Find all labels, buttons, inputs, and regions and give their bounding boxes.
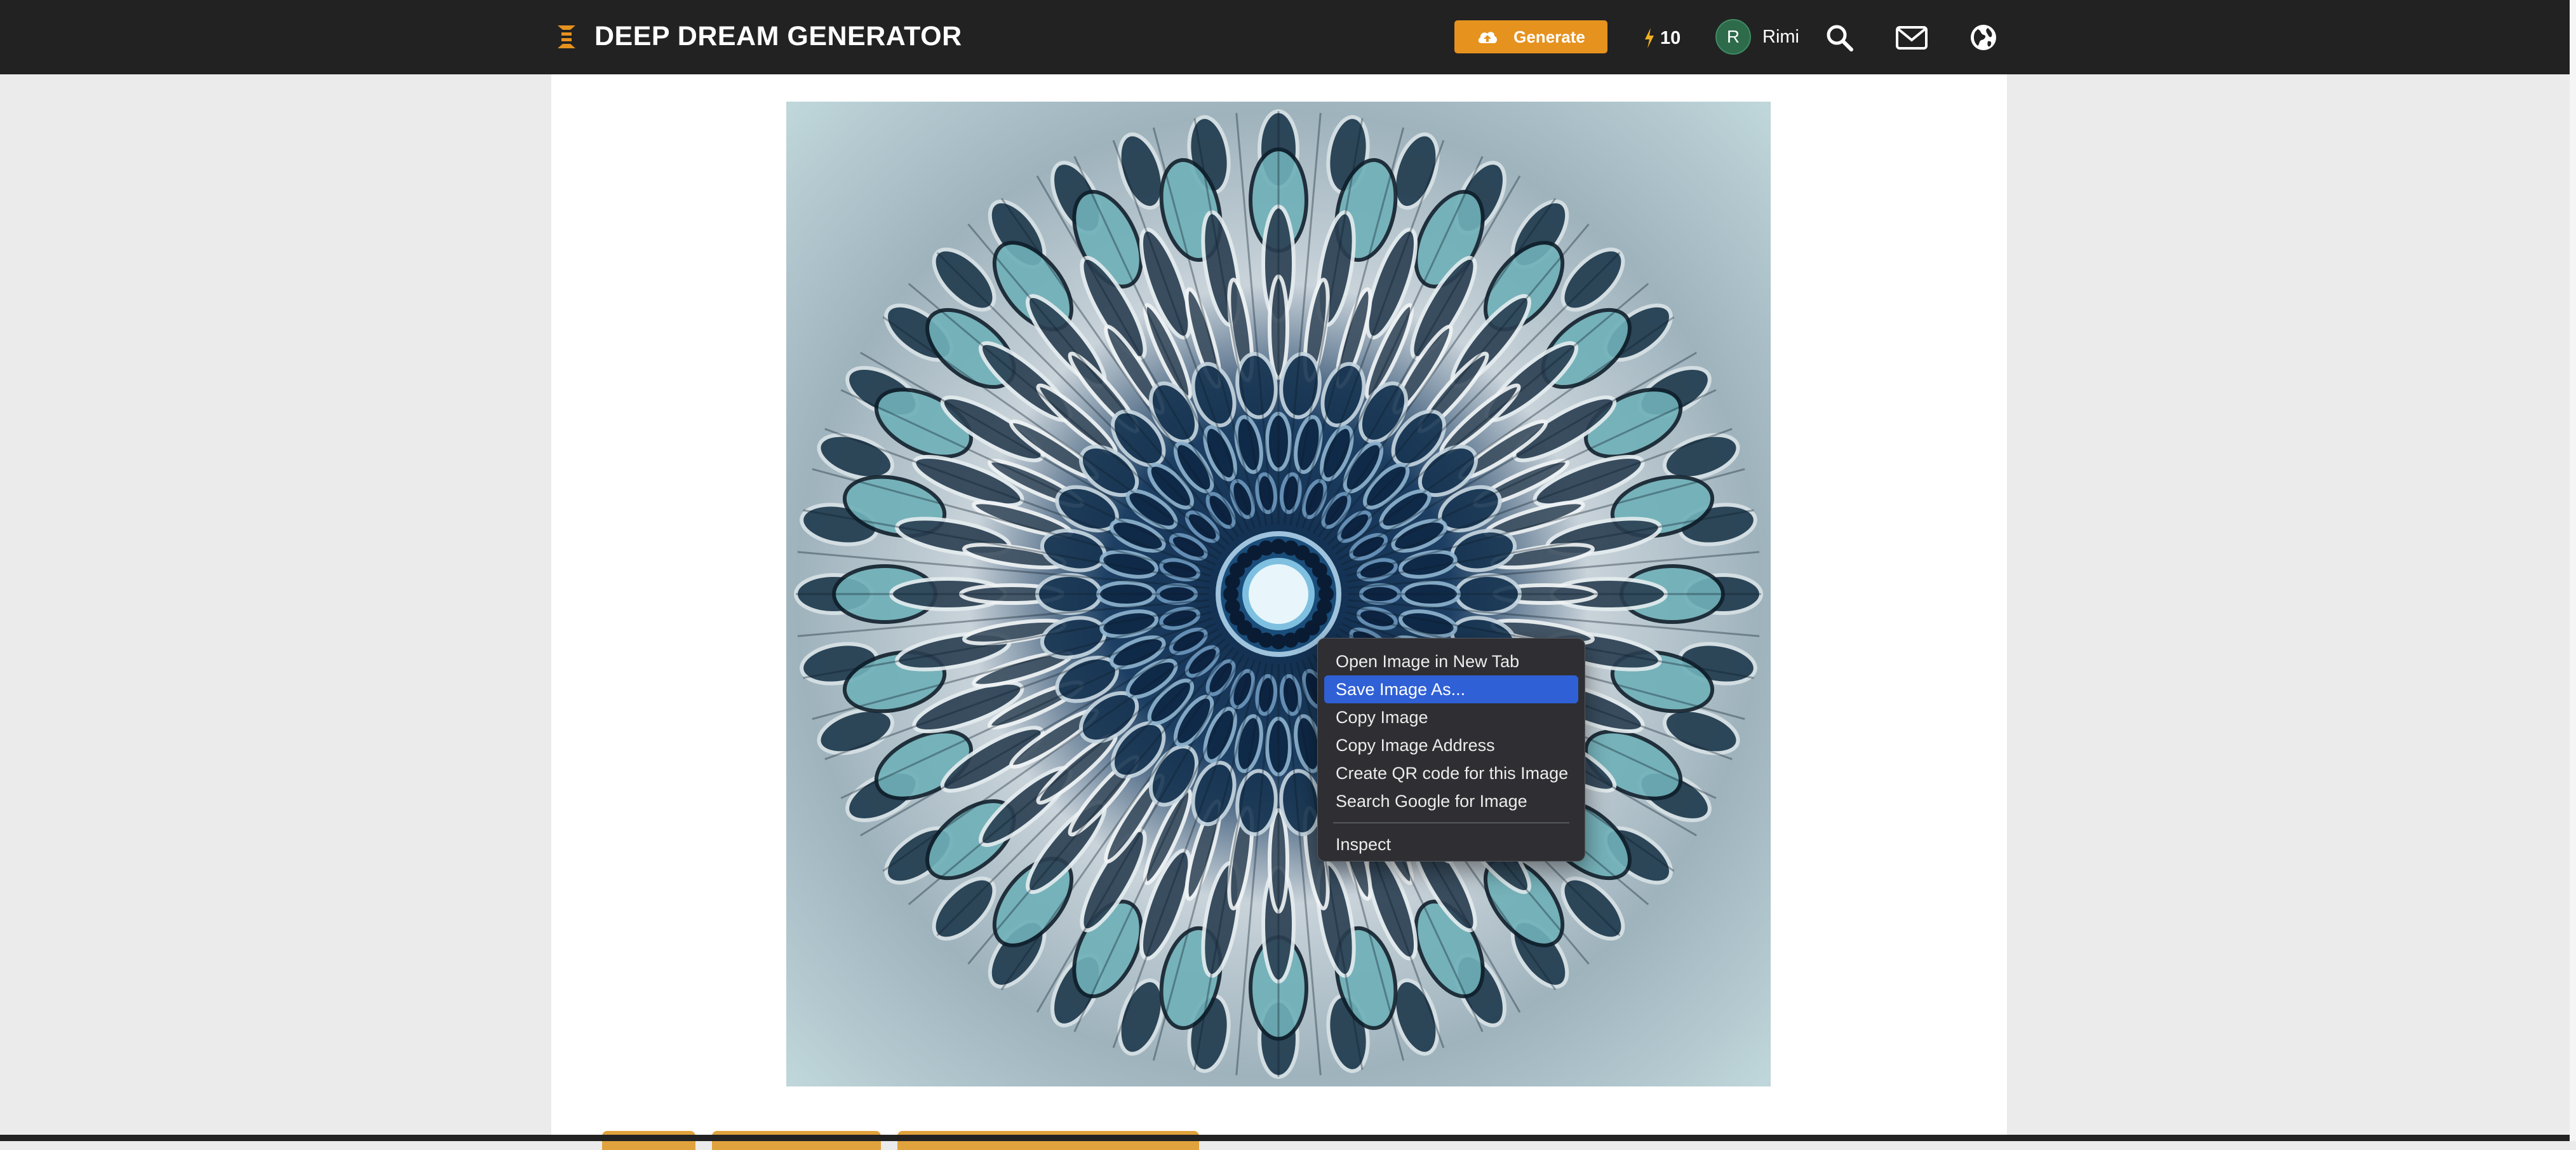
menu-separator <box>1333 822 1569 823</box>
bottom-bar <box>0 1135 2576 1141</box>
menu-icon[interactable] <box>556 24 577 50</box>
bolt-icon <box>1644 28 1655 48</box>
energy-count: 10 <box>1660 27 1681 48</box>
menu-item-copy-image-address[interactable]: Copy Image Address <box>1324 731 1578 759</box>
site-logo-text[interactable]: DEEP DREAM GENERATOR <box>594 19 962 53</box>
energy-counter[interactable]: 10 <box>1644 24 1680 52</box>
mail-icon[interactable] <box>1895 23 1928 52</box>
avatar[interactable]: R <box>1715 19 1751 55</box>
generated-dream-image[interactable] <box>786 102 1771 1086</box>
menu-item-create-qr-code[interactable]: Create QR code for this Image <box>1324 759 1578 787</box>
search-icon[interactable] <box>1825 23 1854 52</box>
top-navigation-bar: DEEP DREAM GENERATOR Generate 10 R Rimi <box>0 0 2570 74</box>
generate-button[interactable]: Generate <box>1454 20 1607 53</box>
generate-button-label: Generate <box>1513 27 1585 46</box>
globe-icon[interactable] <box>1969 23 1998 52</box>
menu-item-copy-image[interactable]: Copy Image <box>1324 703 1578 731</box>
cloud-upload-icon <box>1477 29 1498 44</box>
page-scrollbar[interactable] <box>2570 0 2576 1141</box>
menu-item-open-image-new-tab[interactable]: Open Image in New Tab <box>1324 647 1578 675</box>
menu-item-save-image-as[interactable]: Save Image As... <box>1324 675 1578 703</box>
username[interactable]: Rimi <box>1762 24 1799 50</box>
menu-item-search-google-image[interactable]: Search Google for Image <box>1324 787 1578 815</box>
menu-item-inspect[interactable]: Inspect <box>1324 830 1578 858</box>
context-menu: Open Image in New Tab Save Image As... C… <box>1317 638 1585 862</box>
